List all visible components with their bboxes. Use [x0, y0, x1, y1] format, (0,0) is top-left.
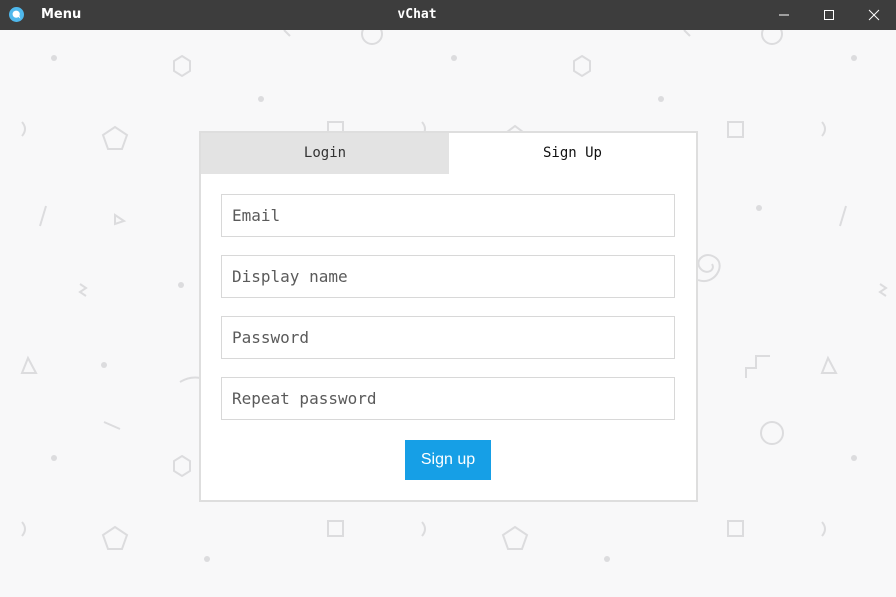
signup-card: Login Sign Up Sign up [199, 131, 698, 502]
email-field[interactable] [221, 194, 675, 237]
close-button[interactable] [851, 0, 896, 30]
display-name-field[interactable] [221, 255, 675, 298]
app-window: Menu vChat Login Sign Up Email Display n… [0, 0, 896, 597]
minimize-button[interactable] [761, 0, 807, 30]
repeat-password-field[interactable] [221, 377, 675, 420]
sign-up-button[interactable]: Sign up [405, 440, 491, 480]
minimize-icon [779, 14, 789, 16]
tab-sign-up[interactable]: Sign Up [449, 133, 696, 174]
auth-tabs: Login Sign Up [201, 133, 696, 174]
close-icon [868, 9, 880, 21]
maximize-icon [824, 10, 834, 20]
maximize-button[interactable] [806, 0, 852, 30]
window-title: vChat [397, 7, 437, 22]
password-field[interactable] [221, 316, 675, 359]
tab-login[interactable]: Login [201, 133, 449, 174]
title-bar: Menu vChat [0, 0, 896, 30]
